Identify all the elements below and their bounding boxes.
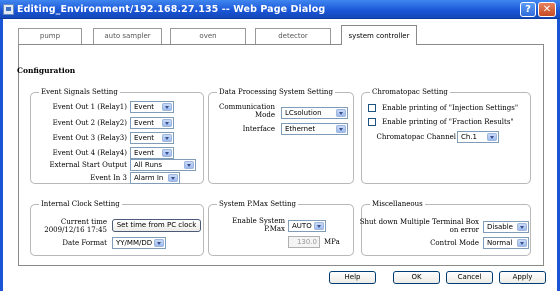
window-frame-left	[0, 19, 3, 291]
event-out-4-select[interactable]: Event	[130, 147, 174, 159]
tab-pump[interactable]: pump	[18, 28, 82, 44]
shutdown-label: Shut down Multiple Terminal Box on error	[360, 218, 479, 234]
title-bar: Editing_Environment/192.168.27.135 -- We…	[0, 0, 560, 19]
communication-mode-label: Communication Mode	[219, 103, 275, 119]
miscellaneous-title: Miscellaneous	[370, 200, 425, 208]
help-question-button[interactable]: ?	[520, 2, 536, 17]
event-signals-title: Event Signals Setting	[39, 88, 120, 96]
date-format-label: Date Format	[62, 239, 107, 247]
fraction-results-checkbox[interactable]	[368, 118, 376, 126]
shutdown-select[interactable]: Disable	[483, 221, 529, 233]
chevron-down-icon	[517, 223, 527, 231]
chromatopac-channel-label: Chromatopac Channel	[376, 133, 457, 141]
chevron-down-icon	[184, 161, 194, 169]
chevron-down-icon	[314, 222, 324, 230]
communication-label-line1: Communication	[219, 103, 275, 111]
enable-pmax-select[interactable]: AUTO	[288, 220, 326, 232]
set-time-button[interactable]: Set time from PC clock	[112, 219, 201, 232]
configuration-heading: Configuration	[17, 66, 76, 75]
apply-button[interactable]: Apply	[499, 271, 546, 284]
interface-label: Interface	[242, 125, 275, 133]
tab-system-controller[interactable]: system controller	[341, 25, 417, 45]
close-button[interactable]: ✕	[538, 2, 556, 17]
chevron-down-icon	[162, 149, 172, 157]
interface-select[interactable]: Ethernet	[281, 123, 348, 135]
event-out-1-select[interactable]: Event	[130, 101, 174, 113]
chromatopac-channel-select[interactable]: Ch.1	[457, 131, 499, 143]
chevron-down-icon	[517, 239, 527, 247]
data-processing-title: Data Processing System Setting	[217, 88, 335, 96]
date-format-select[interactable]: YY/MM/DD	[112, 237, 166, 249]
cancel-button[interactable]: Cancel	[446, 271, 493, 284]
communication-mode-select[interactable]: LCsolution	[281, 107, 348, 119]
event-out-4-label: Event Out 4 (Relay4)	[52, 149, 127, 157]
enable-pmax-line1: Enable System	[232, 217, 285, 225]
current-time-label: Current time 2009/12/16 17:45	[44, 218, 107, 234]
external-start-output-label: External Start Output	[49, 161, 127, 169]
external-start-output-select[interactable]: All Runs	[130, 159, 196, 171]
ok-button[interactable]: OK	[393, 271, 440, 284]
event-out-2-label: Event Out 2 (Relay2)	[52, 119, 127, 127]
chromatopac-title: Chromatopac Setting	[370, 88, 450, 96]
chevron-down-icon	[336, 125, 346, 133]
tab-detector[interactable]: detector	[255, 28, 331, 44]
window-title: Editing_Environment/192.168.27.135 -- We…	[17, 4, 326, 15]
dialog-icon	[3, 4, 14, 15]
communication-label-line2: Mode	[254, 111, 275, 119]
injection-settings-checkbox[interactable]	[368, 104, 376, 112]
tab-auto-sampler[interactable]: auto sampler	[93, 28, 162, 44]
chevron-down-icon	[168, 174, 178, 182]
pmax-title: System P.Max Setting	[217, 200, 298, 208]
event-out-3-select[interactable]: Event	[130, 132, 174, 144]
control-mode-select[interactable]: Normal	[483, 237, 529, 249]
enable-pmax-line2: P.Max	[264, 225, 285, 233]
pmax-unit-label: MPa	[324, 238, 340, 246]
help-button[interactable]: Help	[329, 271, 376, 284]
fraction-results-label: Enable printing of "Fraction Results"	[382, 118, 514, 126]
current-time-value: 2009/12/16 17:45	[44, 226, 107, 234]
event-in-3-label: Event In 3	[90, 174, 127, 182]
event-in-3-select[interactable]: Alarm In	[130, 172, 180, 184]
event-out-3-label: Event Out 3 (Relay3)	[52, 134, 127, 142]
control-mode-label: Control Mode	[430, 239, 479, 247]
chevron-down-icon	[336, 109, 346, 117]
chevron-down-icon	[154, 239, 164, 247]
shutdown-label-line2: on error	[449, 226, 479, 234]
shutdown-label-line1: Shut down Multiple Terminal Box	[359, 218, 479, 226]
injection-settings-label: Enable printing of "Injection Settings"	[382, 104, 519, 112]
pmax-pressure-input[interactable]: 130.0	[288, 236, 320, 248]
event-out-2-select[interactable]: Event	[130, 117, 174, 129]
enable-pmax-label: Enable System P.Max	[232, 217, 285, 233]
current-time-caption: Current time	[60, 218, 107, 226]
chevron-down-icon	[162, 119, 172, 127]
chevron-down-icon	[162, 134, 172, 142]
clock-title: Internal Clock Setting	[39, 200, 122, 208]
chevron-down-icon	[487, 133, 497, 141]
chevron-down-icon	[162, 103, 172, 111]
tab-oven[interactable]: oven	[170, 28, 246, 44]
event-out-1-label: Event Out 1 (Relay1)	[52, 103, 127, 111]
